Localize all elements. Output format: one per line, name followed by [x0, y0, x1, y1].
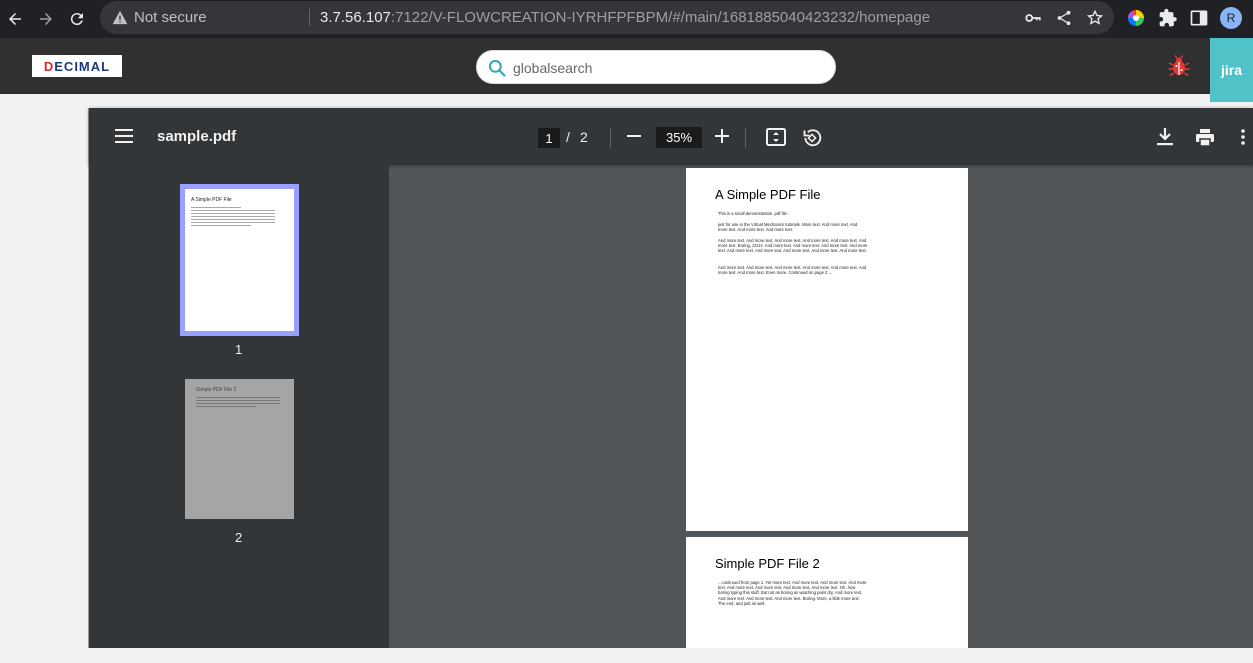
zoom-level-input[interactable]: 35% [656, 127, 702, 148]
browser-toolbar: Not secure 3.7.56.107:7122/V-FLOWCREATIO… [0, 0, 1253, 38]
thumbnail-number: 2 [235, 530, 243, 545]
toolbar-divider [610, 128, 611, 148]
bug-report-icon[interactable] [1167, 54, 1191, 83]
global-search[interactable] [476, 50, 836, 84]
page-paragraph: And more text. And more text. And more t… [718, 265, 867, 276]
more-options-icon[interactable] [1241, 129, 1245, 150]
search-icon [487, 58, 507, 83]
page-separator: / [566, 129, 570, 145]
side-panel-icon[interactable] [1189, 8, 1209, 28]
print-icon[interactable] [1196, 129, 1214, 151]
menu-icon[interactable] [115, 129, 133, 148]
zoom-out-icon[interactable] [627, 129, 641, 148]
page-heading: Simple PDF File 2 [715, 556, 820, 571]
thumbnail-title: A Simple PDF File [191, 197, 232, 203]
share-icon[interactable] [1055, 9, 1073, 27]
app-header: DECIMAL jira [0, 38, 1253, 102]
thumbnail-sidebar: A Simple PDF File 1 Simple PDF File 2 2 [89, 165, 389, 648]
key-icon[interactable] [1024, 9, 1042, 27]
toolbar-divider [745, 128, 746, 148]
forward-icon[interactable] [35, 8, 57, 30]
page-paragraph: And more text. And more text. And more t… [718, 238, 868, 254]
color-wheel-extension-icon[interactable] [1126, 8, 1146, 28]
page-paragraph: This is a small demonstration .pdf file … [718, 211, 790, 216]
jira-button[interactable]: jira [1210, 38, 1253, 102]
page-thumbnail-2[interactable]: Simple PDF File 2 [185, 379, 294, 519]
address-bar[interactable]: Not secure 3.7.56.107:7122/V-FLOWCREATIO… [100, 1, 1114, 34]
current-page-input[interactable]: 1 [538, 128, 560, 148]
thumbnail-title: Simple PDF File 2 [196, 387, 237, 393]
rotate-icon[interactable] [802, 128, 822, 153]
extensions-puzzle-icon[interactable] [1158, 8, 1178, 28]
decimal-logo[interactable]: D ECIMAL [32, 55, 122, 77]
warning-icon[interactable] [112, 10, 128, 30]
page-heading: A Simple PDF File [715, 187, 821, 202]
total-pages: 2 [580, 129, 588, 145]
pdf-viewer: sample.pdf 1 / 2 35% A Simple PDF File 1… [88, 108, 1253, 648]
thumbnail-page: A Simple PDF File [185, 189, 294, 331]
url-host: 3.7.56.107 [320, 9, 391, 26]
page-thumbnail-1[interactable]: A Simple PDF File [180, 184, 299, 336]
url-path: :7122/V-FLOWCREATION-IYRHFPFBPM/#/main/1… [390, 9, 931, 26]
download-icon[interactable] [1157, 128, 1173, 151]
thumbnail-number: 1 [235, 342, 243, 357]
zoom-in-icon[interactable] [715, 129, 729, 148]
pdf-page-2[interactable]: Simple PDF File 2 ...continued from page… [686, 537, 968, 648]
global-search-input[interactable] [513, 58, 813, 78]
page-paragraph: ...continued from page 1. Yet more text.… [718, 580, 867, 606]
fit-to-page-icon[interactable] [766, 128, 786, 151]
back-icon[interactable] [4, 8, 26, 30]
url-text[interactable]: 3.7.56.107:7122/V-FLOWCREATION-IYRHFPFBP… [320, 9, 930, 26]
security-status[interactable]: Not secure [134, 9, 207, 26]
profile-avatar[interactable]: R [1220, 7, 1242, 29]
omnibox-divider [309, 9, 310, 26]
pdf-toolbar: sample.pdf 1 / 2 35% [89, 108, 1253, 165]
reload-icon[interactable] [66, 8, 88, 30]
page-paragraph: just for use in the Virtual Mechanics tu… [718, 222, 858, 233]
bookmark-star-icon[interactable] [1086, 9, 1104, 27]
pdf-page-1[interactable]: A Simple PDF File This is a small demons… [686, 168, 968, 531]
document-title: sample.pdf [157, 128, 237, 145]
